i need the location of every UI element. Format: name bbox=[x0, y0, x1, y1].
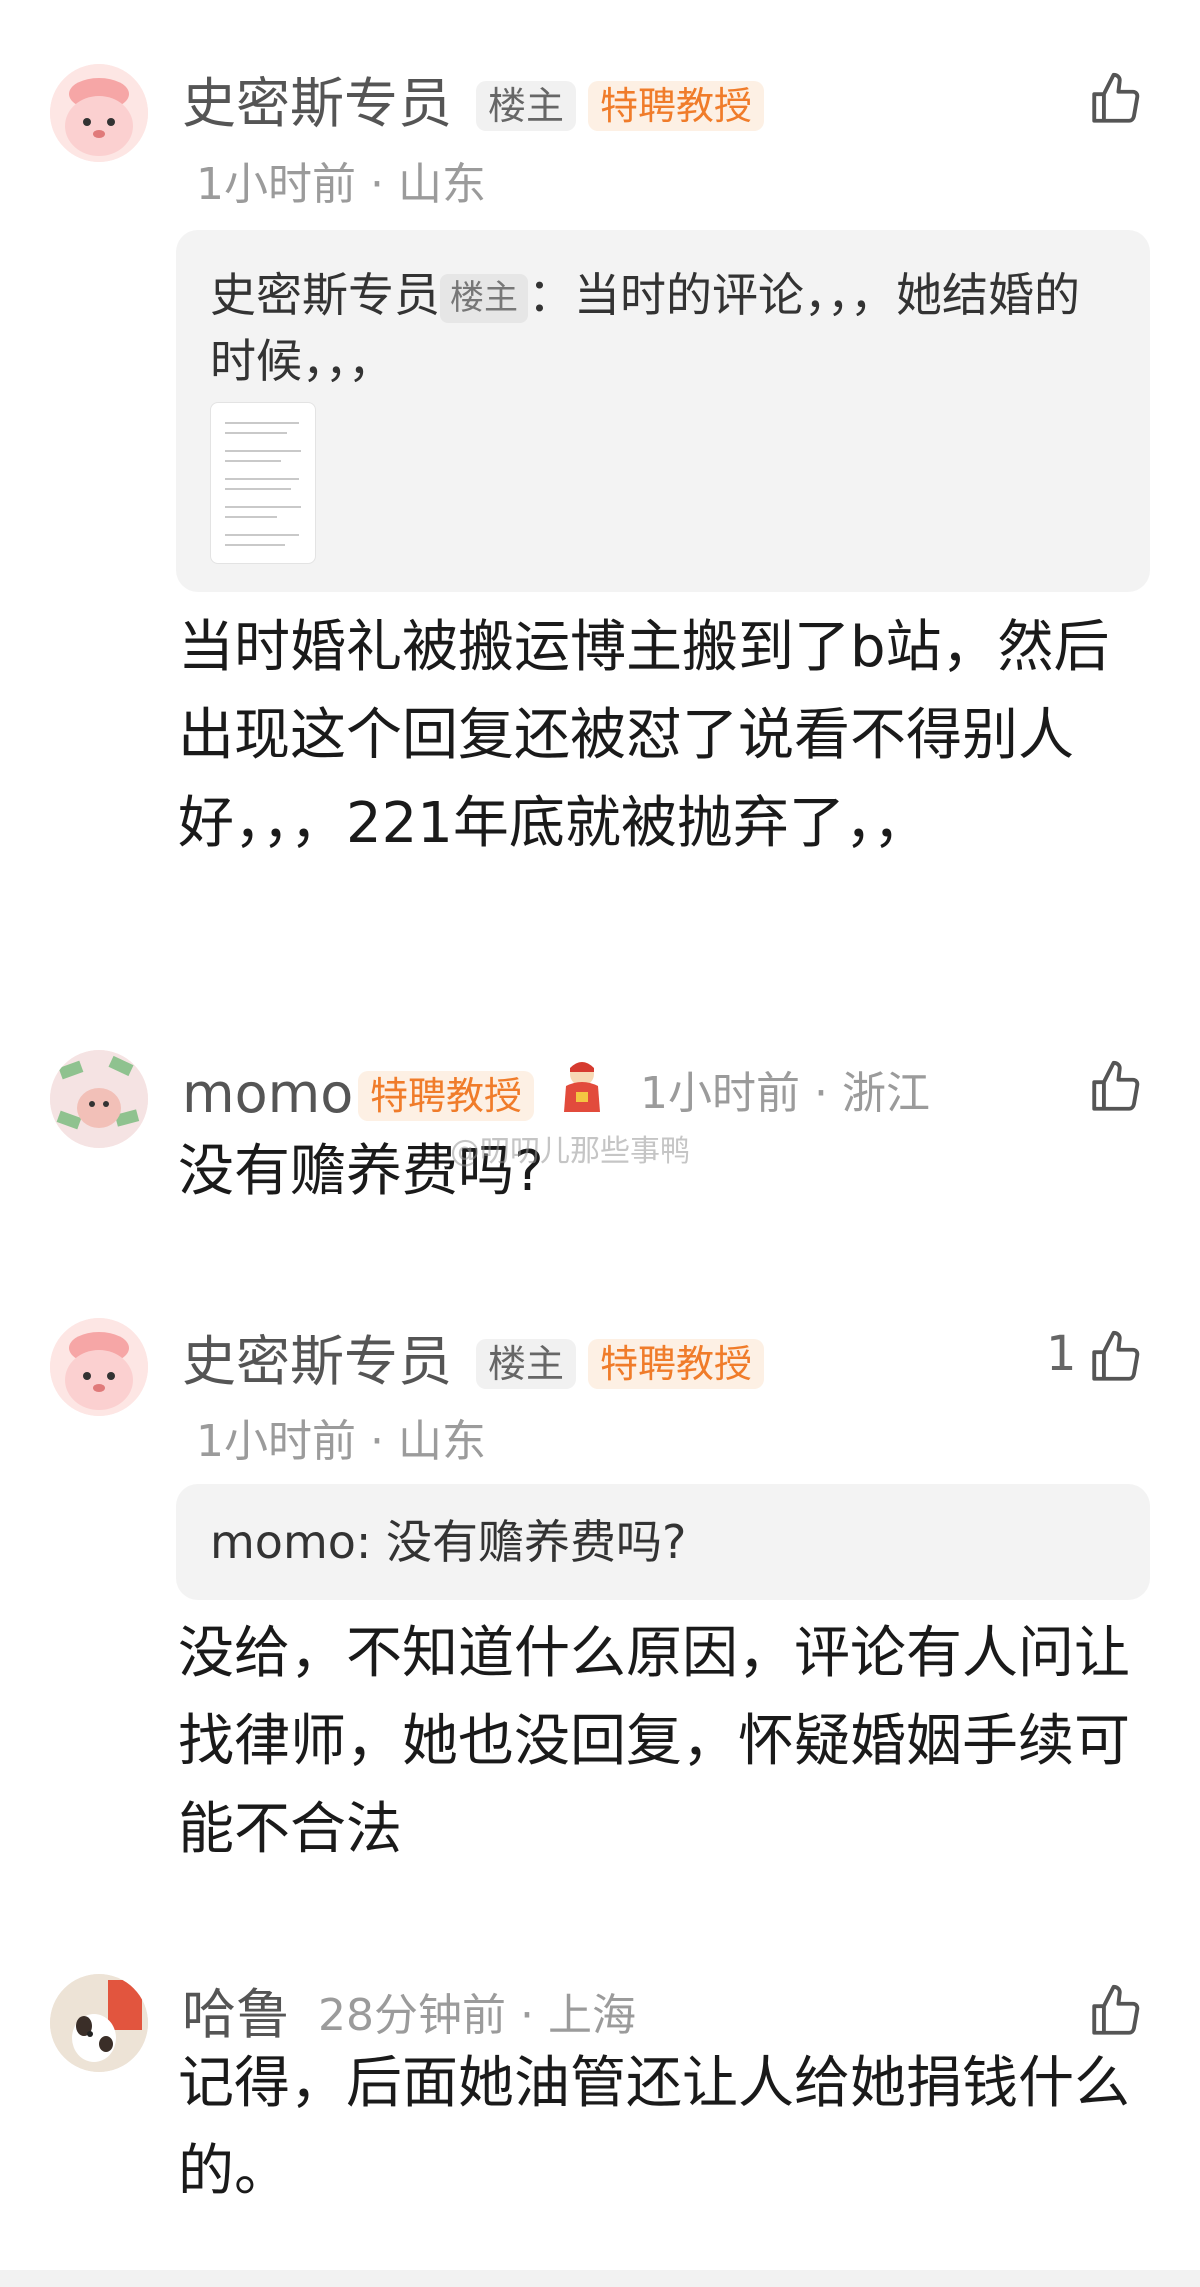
quoted-comment[interactable]: momo: 没有赡养费吗? bbox=[176, 1484, 1150, 1600]
pink-pig-avatar-icon bbox=[50, 64, 148, 162]
avatar[interactable] bbox=[50, 1974, 148, 2072]
owner-badge: 楼主 bbox=[476, 81, 577, 131]
username[interactable]: 史密斯专员 bbox=[182, 77, 452, 131]
pink-pig-avatar-icon bbox=[50, 1318, 148, 1416]
avatar[interactable] bbox=[50, 64, 148, 162]
username[interactable]: 史密斯专员 bbox=[182, 1335, 452, 1389]
time-location: 1小时前 · 山东 bbox=[196, 159, 486, 210]
thumbs-up-icon[interactable] bbox=[1087, 70, 1145, 128]
comment-body: 没给，不知道什么原因，评论有人问让找律师，她也没回复，怀疑婚姻手续可能不合法 bbox=[178, 1621, 1130, 1862]
avatar[interactable] bbox=[50, 1318, 148, 1416]
fortune-god-decoration-icon bbox=[564, 1062, 600, 1112]
quote-image-thumbnail[interactable] bbox=[210, 402, 316, 564]
title-badge: 特聘教授 bbox=[588, 81, 765, 131]
thumbs-up-icon[interactable] bbox=[1087, 1328, 1145, 1386]
thumbs-up-icon[interactable] bbox=[1087, 1982, 1145, 2040]
quote-author: 史密斯专员 bbox=[210, 268, 440, 322]
dog-photo-avatar-icon bbox=[50, 1974, 148, 2072]
time-location: 1小时前 · 山东 bbox=[196, 1416, 486, 1467]
watermark: @叨叨儿那些事鸭 bbox=[450, 1134, 690, 1169]
comment-item: 哈鲁 28分钟前 · 上海 记得，后面她油管还让人给她捐钱什么的。 bbox=[0, 1970, 1200, 2270]
title-badge: 特聘教授 bbox=[358, 1071, 535, 1121]
owner-badge: 楼主 bbox=[476, 1339, 577, 1389]
thumbs-up-icon[interactable] bbox=[1087, 1058, 1145, 1116]
like-count: 1 bbox=[1046, 1326, 1077, 1382]
money-rain-avatar-icon bbox=[50, 1050, 148, 1148]
comment-item: 史密斯专员 楼主 特聘教授 1小时前 · 山东 史密斯专员 楼主 ：当时的评论，，，… bbox=[0, 0, 1200, 980]
quoted-comment[interactable]: 史密斯专员 楼主 ：当时的评论，，，她结婚的时候，，， bbox=[176, 230, 1150, 592]
comment-body: 记得，后面她油管还让人给她捐钱什么的。 bbox=[178, 2051, 1130, 2204]
username[interactable]: momo bbox=[182, 1067, 353, 1121]
quote-text: 史密斯专员 楼主 ：当时的评论，，，她结婚的时候，，， bbox=[210, 262, 1110, 394]
username[interactable]: 哈鲁 bbox=[182, 1988, 290, 2042]
screenshot-thumbnail-icon bbox=[225, 422, 301, 546]
quote-owner-badge: 楼主 bbox=[440, 274, 528, 323]
avatar[interactable] bbox=[50, 1050, 148, 1148]
time-location: 1小时前 · 浙江 bbox=[640, 1068, 930, 1119]
title-badge: 特聘教授 bbox=[588, 1339, 765, 1389]
quote-text: momo: 没有赡养费吗? bbox=[210, 1515, 687, 1569]
comment-item: 史密斯专员 楼主 特聘教授 1 1小时前 · 山东 momo: 没有赡养费吗? … bbox=[0, 1310, 1200, 1900]
bottom-bar bbox=[0, 2270, 1200, 2287]
comment-body: 当时婚礼被搬运博主搬到了b站，然后出现这个回复还被怼了说看不得别人好，，，221… bbox=[178, 615, 1110, 856]
time-location: 28分钟前 · 上海 bbox=[318, 1990, 636, 2041]
